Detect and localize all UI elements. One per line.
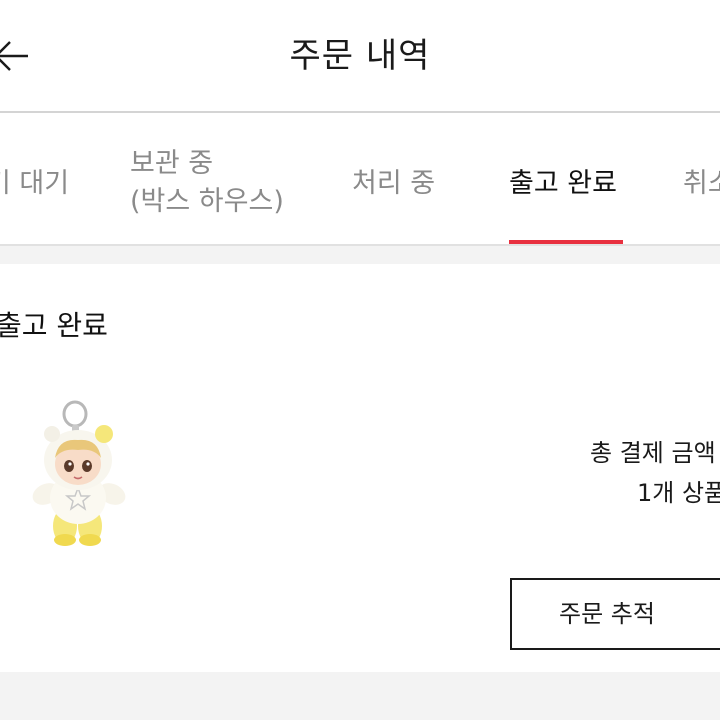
track-order-button[interactable]: 주문 추적 [510, 578, 720, 650]
total-payment-label: 총 결제 금액 [590, 439, 716, 467]
tab-label: 처리 중 [352, 168, 436, 199]
item-count: 1개 상품 [637, 479, 720, 507]
page-title: 주문 내역 [289, 36, 431, 76]
tab-label: 보관 중 [130, 148, 214, 179]
tab-label: 출고 완료 [509, 168, 617, 199]
tab-label: 기 대기 [0, 168, 70, 199]
keychain-plush-doll-image [32, 400, 126, 546]
bottom-gap [0, 672, 720, 720]
header: 주문 내역 [0, 0, 720, 112]
section-gap [0, 246, 720, 264]
product-image[interactable] [28, 398, 140, 550]
tab-label-sub: (박스 하우스) [130, 186, 284, 217]
track-order-label: 주문 추적 [559, 600, 655, 628]
order-status: 출고 완료 [0, 309, 108, 342]
tab-label: 취소 [683, 168, 720, 199]
status-tabs: 기 대기 보관 중 (박스 하우스) 처리 중 출고 완료 취소 [0, 113, 720, 244]
